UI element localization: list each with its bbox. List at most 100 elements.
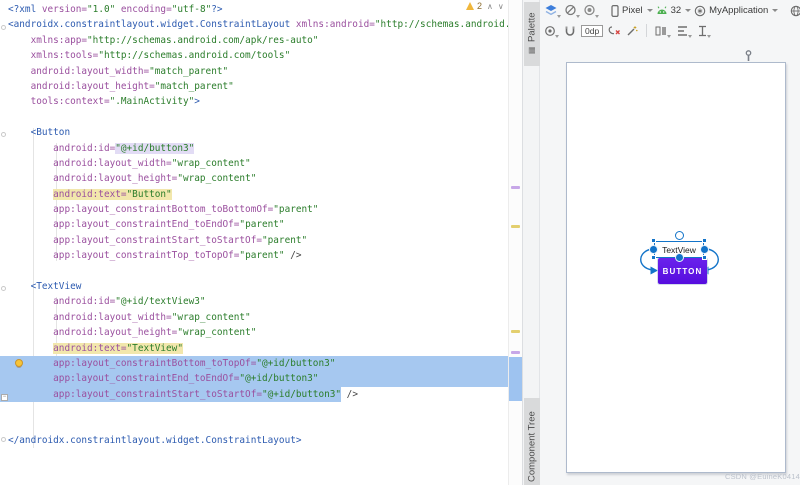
preview-button-widget[interactable]: BUTTON xyxy=(658,258,707,284)
code-line[interactable]: app:layout_constraintEnd_toEndOf="parent… xyxy=(0,217,508,232)
stripe-mark[interactable] xyxy=(511,225,520,228)
code-line[interactable] xyxy=(0,264,508,279)
constraint-anchor-end[interactable] xyxy=(700,245,709,254)
code-line[interactable]: app:layout_constraintEnd_toEndOf="@+id/b… xyxy=(0,371,508,387)
code-token: xmlns:tools= xyxy=(30,50,99,62)
code-line[interactable]: android:layout_height="wrap_content" xyxy=(0,325,508,340)
code-token: app:layout_constraintStart_toStartOf= xyxy=(53,388,262,400)
code-line[interactable]: android:layout_height="match_parent" xyxy=(0,79,508,94)
align-icon[interactable] xyxy=(676,25,693,38)
code-line[interactable]: xmlns:app="http://schemas.android.com/ap… xyxy=(0,33,508,48)
selection-handle[interactable] xyxy=(651,238,656,243)
code-token: "match_parent" xyxy=(154,80,234,92)
theme-selector[interactable]: MyApplication xyxy=(709,5,768,16)
code-line[interactable]: android:layout_width="match_parent" xyxy=(0,64,508,79)
code-line[interactable]: app:layout_constraintBottom_toTopOf="@+i… xyxy=(0,355,508,372)
code-line[interactable]: <Button xyxy=(0,125,508,140)
code-line[interactable]: app:layout_constraintBottom_toBottomOf="… xyxy=(0,202,508,217)
prev-issue-icon[interactable]: ∧ xyxy=(487,2,493,11)
fold-marker-icon[interactable] xyxy=(1,25,6,30)
selection-handle[interactable] xyxy=(651,255,656,260)
fold-marker-icon[interactable] xyxy=(1,132,6,137)
code-line[interactable]: app:layout_constraintStart_toStartOf="pa… xyxy=(0,233,508,248)
constraint-anchor-top[interactable] xyxy=(674,231,684,240)
fold-marker-icon[interactable] xyxy=(1,437,6,442)
code-line[interactable]: android:text="TextView" xyxy=(0,341,508,356)
selection-handle[interactable] xyxy=(702,238,707,243)
code-line[interactable]: app:layout_constraintStart_toStartOf="@+… xyxy=(0,386,508,403)
code-token: "@+id/button3" xyxy=(262,388,342,400)
inspections-widget[interactable]: 2 ∧ ∨ xyxy=(466,1,508,11)
constraint-anchor-bottom[interactable] xyxy=(674,253,684,262)
code-token: encoding= xyxy=(115,4,172,15)
code-token: "utf-8" xyxy=(171,4,212,15)
code-token: "@+id/button3" xyxy=(256,357,336,369)
code-line[interactable]: <androidx.constraintlayout.widget.Constr… xyxy=(0,17,508,32)
tab-component-tree[interactable]: ☰ Component Tree xyxy=(524,398,540,485)
warning-icon xyxy=(466,2,474,10)
code-line[interactable]: <TextView xyxy=(0,279,508,294)
code-line[interactable]: xmlns:tools="http://schemas.android.com/… xyxy=(0,48,508,63)
pack-icon[interactable] xyxy=(655,25,672,38)
code-line[interactable]: android:text="Button" xyxy=(0,187,508,202)
code-token: "http://schemas.android.com/apk/res-auto… xyxy=(87,34,319,46)
locale-icon xyxy=(790,5,800,17)
xml-code-editor[interactable]: <?xml version="1.0" encoding="utf-8"?> <a… xyxy=(0,0,508,485)
code-token: "TextView" xyxy=(126,342,183,354)
tab-palette[interactable]: ▦ Palette xyxy=(524,2,540,66)
stripe-mark[interactable] xyxy=(511,186,520,189)
error-stripe-scrollbar[interactable] xyxy=(508,0,523,485)
autoconnect-magnet-icon[interactable] xyxy=(564,25,576,37)
selection-handle[interactable] xyxy=(702,255,707,260)
code-line[interactable]: tools:context=".MainActivity"> xyxy=(0,94,508,109)
api-level-selector[interactable]: 32 xyxy=(671,5,682,16)
code-token: <?xml xyxy=(8,4,42,15)
design-surface-icon[interactable] xyxy=(544,4,561,18)
device-selector[interactable]: Pixel xyxy=(622,5,643,16)
code-token: tools:context= xyxy=(30,96,110,108)
code-line[interactable]: <?xml version="1.0" encoding="utf-8"?> xyxy=(0,2,508,17)
code-token: "http://schemas.android.com/tools" xyxy=(98,50,291,62)
view-options-icon[interactable] xyxy=(544,25,559,38)
code-token: app:layout_constraintEnd_toEndOf= xyxy=(53,373,240,385)
code-line[interactable] xyxy=(0,402,508,417)
code-line[interactable]: android:layout_width="wrap_content" xyxy=(0,310,508,325)
system-ui-mode-icon[interactable] xyxy=(583,4,599,18)
code-line[interactable]: android:id="@+id/textView3" xyxy=(0,294,508,309)
code-line[interactable]: android:id="@+id/button3" xyxy=(0,141,508,156)
orientation-icon[interactable] xyxy=(564,4,580,18)
code-line[interactable] xyxy=(0,418,508,433)
code-line[interactable]: app:layout_constraintTop_toTopOf="parent… xyxy=(0,248,508,263)
stripe-selection-block[interactable] xyxy=(509,357,523,401)
fold-collapse-icon[interactable]: − xyxy=(1,394,8,401)
default-margins-selector[interactable]: 0dp xyxy=(581,24,604,37)
wrench-resize-icon[interactable] xyxy=(744,50,753,62)
code-token: </androidx.constraintlayout.widget.Const… xyxy=(8,434,302,446)
infer-constraints-icon[interactable] xyxy=(626,25,638,37)
code-token: "wrap_content" xyxy=(177,173,257,185)
stripe-mark[interactable] xyxy=(511,351,520,354)
code-line[interactable]: android:layout_height="wrap_content" xyxy=(0,171,508,186)
guidelines-icon[interactable] xyxy=(697,25,712,38)
constraint-anchor-start[interactable] xyxy=(649,245,658,254)
code-token: android:layout_height= xyxy=(30,80,155,92)
code-token: app:layout_constraintTop_toTopOf= xyxy=(53,250,240,262)
code-lines[interactable]: <?xml version="1.0" encoding="utf-8"?> <a… xyxy=(0,2,508,448)
theme-icon xyxy=(694,5,706,17)
fold-marker-icon[interactable] xyxy=(1,286,6,291)
stripe-mark[interactable] xyxy=(511,330,520,333)
clear-constraints-icon[interactable] xyxy=(608,25,621,37)
code-line[interactable]: android:layout_width="wrap_content" xyxy=(0,156,508,171)
next-issue-icon[interactable]: ∨ xyxy=(498,2,504,11)
code-line[interactable]: </androidx.constraintlayout.widget.Const… xyxy=(0,433,508,448)
code-line[interactable] xyxy=(0,110,508,125)
